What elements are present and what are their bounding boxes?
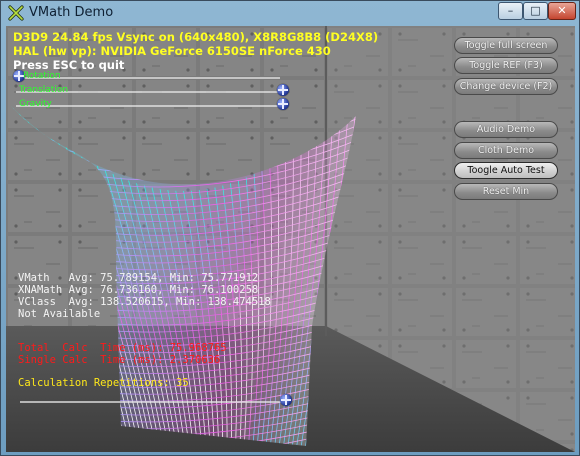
- gravity-slider-knob[interactable]: [277, 98, 289, 110]
- not-available-stat: Not Available: [18, 308, 101, 320]
- maximize-button[interactable]: □: [523, 2, 548, 20]
- toggle-fullscreen-button[interactable]: Toggle full screen: [454, 37, 558, 54]
- gravity-slider-track[interactable]: [16, 105, 280, 107]
- single-calc-time: Single Calc Time (ms): 2.370636: [18, 354, 221, 366]
- translation-slider-knob[interactable]: [277, 84, 289, 96]
- window-title: VMath Demo: [29, 5, 114, 20]
- rotation-label: Rotation: [23, 71, 61, 81]
- calculation-repetitions: Calculation Repetitions: 35: [18, 377, 189, 389]
- maximize-icon: □: [530, 4, 541, 17]
- render-viewport[interactable]: D3D9 24.84 fps Vsync on (640x480), X8R8G…: [6, 26, 575, 452]
- quit-hint: Press ESC to quit: [13, 58, 125, 72]
- vmath-stat: VMath Avg: 75.789154, Min: 75.771912: [18, 272, 259, 284]
- close-icon: ✕: [557, 4, 567, 17]
- reset-min-button[interactable]: Reset Min: [454, 183, 558, 200]
- vclass-stat: VClass Avg: 138.520615, Min: 138.474518: [18, 296, 271, 308]
- toggle-auto-test-button[interactable]: Toogle Auto Test: [454, 162, 558, 179]
- gravity-label: Gravity: [19, 99, 52, 109]
- cloth-demo-button[interactable]: Cloth Demo: [454, 142, 558, 159]
- repetitions-slider-knob[interactable]: [280, 394, 292, 406]
- close-button[interactable]: ✕: [548, 2, 576, 20]
- fps-readout: D3D9 24.84 fps Vsync on (640x480), X8R8G…: [13, 30, 379, 44]
- change-device-button[interactable]: Change device (F2): [454, 78, 558, 95]
- total-calc-time: Total Calc Time (ms): 75.968765: [18, 342, 227, 354]
- repetitions-slider-track[interactable]: [20, 401, 290, 403]
- xnamath-stat: XNAMath Avg: 76.736160, Min: 76.100258: [18, 284, 259, 296]
- minimize-icon: –: [507, 4, 514, 17]
- directx-x-icon: [8, 5, 24, 21]
- translation-label: Translation: [19, 85, 69, 95]
- device-readout: HAL (hw vp): NVIDIA GeForce 6150SE nForc…: [13, 44, 331, 58]
- app-window: VMath Demo – □ ✕ D3D9 24.84 fps Vsync on…: [0, 0, 580, 456]
- title-bar[interactable]: VMath Demo – □ ✕: [1, 1, 579, 25]
- audio-demo-button[interactable]: Audio Demo: [454, 121, 558, 138]
- toggle-ref-button[interactable]: Toggle REF (F3): [454, 57, 558, 74]
- minimize-button[interactable]: –: [498, 2, 523, 20]
